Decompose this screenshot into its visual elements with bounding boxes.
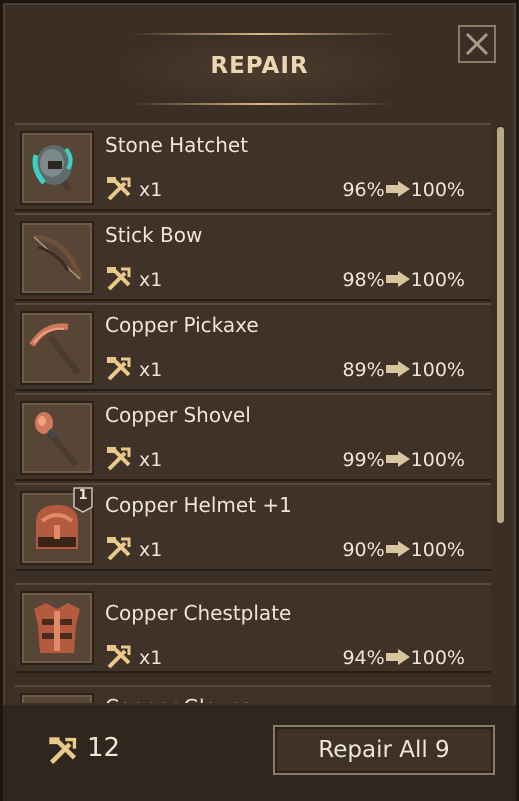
item-slot xyxy=(20,311,94,385)
durability-current: 94% xyxy=(342,647,385,669)
repair-kit-cost: x1 xyxy=(139,179,163,201)
repair-tools-icon xyxy=(107,357,131,381)
repair-tools-icon xyxy=(107,537,131,561)
item-slot xyxy=(20,401,94,475)
item-slot xyxy=(20,131,94,205)
list-item[interactable]: Copper Shovel x1 99% 100% xyxy=(15,393,491,481)
item-name: Copper Helmet +1 xyxy=(105,493,292,517)
repair-kit-cost: x1 xyxy=(139,359,163,381)
copper-chestplate-icon xyxy=(34,603,80,653)
durability-change: 96% 100% xyxy=(342,179,465,201)
item-name: Copper Chestplate xyxy=(105,601,292,625)
durability-after: 100% xyxy=(410,269,465,291)
upgrade-level-text: 1 xyxy=(78,488,88,503)
durability-current: 98% xyxy=(342,269,385,291)
list-item[interactable]: Copper Gloves xyxy=(15,685,491,703)
copper-shovel-icon xyxy=(35,412,79,467)
durability-current: 96% xyxy=(342,179,385,201)
repair-kit-cost: x1 xyxy=(139,539,163,561)
durability-change: 90% 100% xyxy=(342,539,465,561)
durability-change: 94% 100% xyxy=(342,647,465,669)
durability-after: 100% xyxy=(410,359,465,381)
repair-kit-cost: x1 xyxy=(139,449,163,471)
copper-pickaxe-icon xyxy=(29,323,81,375)
durability-change: 99% 100% xyxy=(342,449,465,471)
arrow-right-icon xyxy=(385,541,410,557)
item-name: Copper Gloves xyxy=(105,695,251,703)
item-slot xyxy=(20,591,94,665)
arrow-right-icon xyxy=(385,271,410,287)
durability-current: 90% xyxy=(342,539,385,561)
repair-kit-total: 12 xyxy=(87,733,121,763)
repair-kit-cost: x1 xyxy=(139,269,163,291)
item-slot xyxy=(20,693,94,703)
list-item[interactable]: 1 Copper Helmet +1 x1 90% 100% xyxy=(15,483,491,571)
repair-panel: REPAIR Stone Hatchet x1 96% 100% Stick B… xyxy=(0,0,519,801)
list-item[interactable]: Stick Bow x1 98% 100% xyxy=(15,213,491,301)
durability-after: 100% xyxy=(410,449,465,471)
durability-change: 98% 100% xyxy=(342,269,465,291)
arrow-right-icon xyxy=(385,649,410,665)
arrow-right-icon xyxy=(385,361,410,377)
scrollbar[interactable] xyxy=(497,127,504,523)
arrow-right-icon xyxy=(385,181,410,197)
item-name: Stone Hatchet xyxy=(105,133,249,157)
durability-after: 100% xyxy=(410,179,465,201)
repair-kit-cost: x1 xyxy=(139,647,163,669)
repair-tools-icon xyxy=(107,267,131,291)
header: REPAIR xyxy=(3,3,516,119)
repair-all-button[interactable]: Repair All 9 xyxy=(273,725,495,775)
durability-after: 100% xyxy=(410,647,465,669)
list-item[interactable]: Copper Chestplate x1 94% 100% xyxy=(15,583,491,673)
header-divider-bottom xyxy=(131,103,393,105)
durability-current: 99% xyxy=(342,449,385,471)
item-name: Copper Pickaxe xyxy=(105,313,259,337)
durability-after: 100% xyxy=(410,539,465,561)
repair-tools-icon xyxy=(49,737,77,765)
list-item[interactable]: Copper Pickaxe x1 89% 100% xyxy=(15,303,491,391)
header-divider-top xyxy=(131,33,393,35)
durability-change: 89% 100% xyxy=(342,359,465,381)
durability-current: 89% xyxy=(342,359,385,381)
repair-item-list[interactable]: Stone Hatchet x1 96% 100% Stick Bow x1 9… xyxy=(15,123,491,703)
footer: 12 Repair All 9 xyxy=(3,705,516,801)
item-name: Stick Bow xyxy=(105,223,203,247)
item-slot xyxy=(20,221,94,295)
arrow-right-icon xyxy=(385,451,410,467)
item-name: Copper Shovel xyxy=(105,403,251,427)
stone-hatchet-icon xyxy=(32,145,73,192)
close-button[interactable] xyxy=(458,25,496,63)
close-icon xyxy=(465,32,489,56)
page-title: REPAIR xyxy=(210,53,309,79)
repair-tools-icon xyxy=(107,447,131,471)
copper-gloves-icon xyxy=(28,701,86,703)
list-item[interactable]: Stone Hatchet x1 96% 100% xyxy=(15,123,491,211)
repair-tools-icon xyxy=(107,645,131,669)
repair-tools-icon xyxy=(107,177,131,201)
stick-bow-icon xyxy=(33,234,83,280)
